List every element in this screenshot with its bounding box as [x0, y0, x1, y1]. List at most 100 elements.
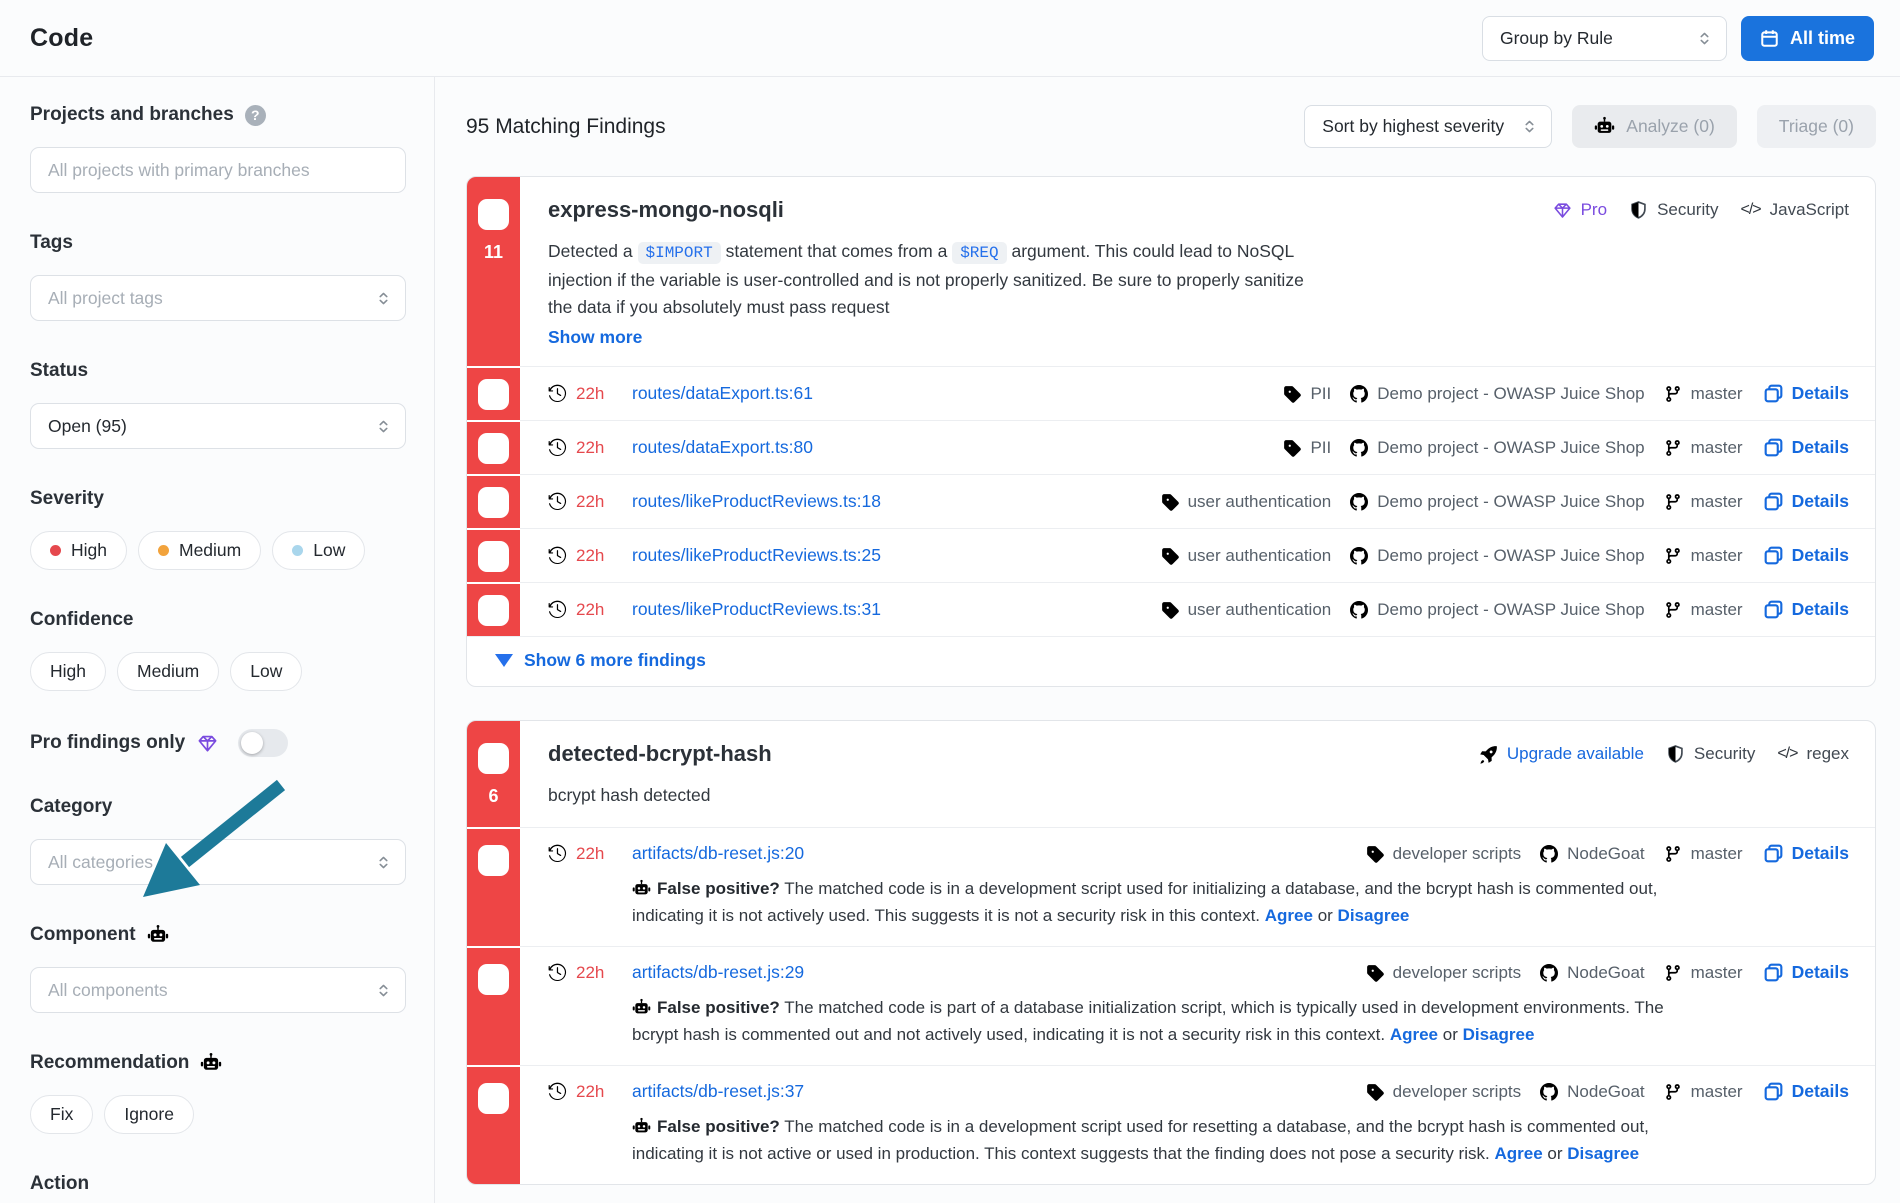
- row-checkbox[interactable]: [478, 595, 509, 626]
- filter-confidence: Confidence High Medium Low: [30, 608, 406, 691]
- finding-row: 22h routes/likeProductReviews.ts:31 user…: [467, 582, 1875, 636]
- details-link[interactable]: Details: [1764, 599, 1849, 620]
- details-link[interactable]: Details: [1764, 437, 1849, 458]
- agree-link[interactable]: Agree: [1265, 906, 1313, 925]
- branch-label: master: [1664, 384, 1743, 404]
- finding-file-link[interactable]: routes/likeProductReviews.ts:31: [632, 599, 881, 620]
- branch-label: master: [1664, 1082, 1743, 1102]
- finding-age: 22h: [548, 384, 632, 404]
- rule-description: Detected a $IMPORT statement that comes …: [548, 238, 1318, 321]
- category-select[interactable]: All categories: [30, 839, 406, 885]
- row-checkbox[interactable]: [478, 1083, 509, 1114]
- projects-input[interactable]: All projects with primary branches: [30, 147, 406, 193]
- pro-only-toggle[interactable]: [238, 729, 288, 757]
- tag-icon: [1366, 845, 1384, 863]
- agree-link[interactable]: Agree: [1494, 1144, 1542, 1163]
- analyze-button[interactable]: Analyze (0): [1572, 105, 1737, 148]
- sort-select[interactable]: Sort by highest severity: [1304, 105, 1552, 148]
- confidence-pill-high[interactable]: High: [30, 652, 106, 691]
- findings-count: 95 Matching Findings: [466, 115, 1304, 139]
- rule-name: express-mongo-nosqli: [548, 197, 1553, 223]
- pro-badge[interactable]: Pro: [1553, 200, 1607, 220]
- details-link[interactable]: Details: [1764, 545, 1849, 566]
- disagree-link[interactable]: Disagree: [1463, 1025, 1535, 1044]
- projects-placeholder: All projects with primary branches: [48, 160, 310, 181]
- row-checkbox[interactable]: [478, 487, 509, 518]
- show-more-findings-link[interactable]: Show 6 more findings: [467, 636, 1875, 686]
- finding-file-link[interactable]: artifacts/db-reset.js:20: [632, 843, 804, 864]
- project-label: NodeGoat: [1540, 844, 1645, 864]
- filter-severity: Severity High Medium Low: [30, 487, 406, 570]
- row-checkbox[interactable]: [478, 379, 509, 410]
- details-link[interactable]: Details: [1764, 383, 1849, 404]
- finding-file-link[interactable]: routes/dataExport.ts:61: [632, 383, 813, 404]
- details-link[interactable]: Details: [1764, 843, 1849, 864]
- filter-projects: Projects and branches ? All projects wit…: [30, 103, 406, 193]
- group-checkbox[interactable]: [478, 199, 509, 230]
- recommendation-pill-fix[interactable]: Fix: [30, 1095, 93, 1134]
- status-select[interactable]: Open (95): [30, 403, 406, 449]
- details-link[interactable]: Details: [1764, 1081, 1849, 1102]
- severity-bar: [467, 946, 520, 1065]
- component-select[interactable]: All components: [30, 967, 406, 1013]
- group-checkbox[interactable]: [478, 743, 509, 774]
- github-icon: [1540, 1083, 1558, 1101]
- severity-bar: [467, 420, 520, 474]
- project-label: NodeGoat: [1540, 1082, 1645, 1102]
- confidence-pill-medium[interactable]: Medium: [117, 652, 219, 691]
- branch-label: master: [1664, 844, 1743, 864]
- tags-select[interactable]: All project tags: [30, 275, 406, 321]
- chevron-updown-icon: [376, 983, 391, 998]
- confidence-pill-low[interactable]: Low: [230, 652, 302, 691]
- severity-pill-low[interactable]: Low: [272, 531, 365, 570]
- time-range-button[interactable]: All time: [1741, 16, 1874, 61]
- finding-age: 22h: [548, 600, 632, 620]
- git-branch-icon: [1664, 493, 1682, 511]
- recommendation-pill-ignore[interactable]: Ignore: [104, 1095, 194, 1134]
- disagree-link[interactable]: Disagree: [1338, 906, 1410, 925]
- window-icon: [1764, 963, 1783, 982]
- finding-row: 22h routes/dataExport.ts:80 PII Demo pro…: [467, 420, 1875, 474]
- show-more-link[interactable]: Show more: [548, 327, 642, 348]
- finding-file-link[interactable]: routes/likeProductReviews.ts:18: [632, 491, 881, 512]
- filter-status: Status Open (95): [30, 359, 406, 449]
- category-placeholder: All categories: [48, 852, 153, 873]
- finding-row: 22h routes/likeProductReviews.ts:18 user…: [467, 474, 1875, 528]
- tag-label: PII: [1283, 384, 1331, 404]
- category-badge: Security: [1666, 744, 1755, 764]
- disagree-link[interactable]: Disagree: [1567, 1144, 1639, 1163]
- upgrade-available-link[interactable]: Upgrade available: [1479, 744, 1644, 764]
- shield-icon: [1666, 745, 1685, 764]
- row-checkbox[interactable]: [478, 845, 509, 876]
- recommendation-label: Recommendation: [30, 1051, 189, 1075]
- robot-icon: [632, 998, 651, 1017]
- git-branch-icon: [1664, 964, 1682, 982]
- history-icon: [548, 844, 567, 863]
- github-icon: [1350, 601, 1368, 619]
- severity-pill-medium[interactable]: Medium: [138, 531, 261, 570]
- details-link[interactable]: Details: [1764, 491, 1849, 512]
- severity-label: Severity: [30, 487, 104, 511]
- help-icon[interactable]: ?: [245, 105, 266, 126]
- finding-file-link[interactable]: routes/dataExport.ts:80: [632, 437, 813, 458]
- finding-file-link[interactable]: routes/likeProductReviews.ts:25: [632, 545, 881, 566]
- row-checkbox[interactable]: [478, 433, 509, 464]
- finding-file-link[interactable]: artifacts/db-reset.js:29: [632, 962, 804, 983]
- history-icon: [548, 384, 567, 403]
- details-link[interactable]: Details: [1764, 962, 1849, 983]
- agree-link[interactable]: Agree: [1390, 1025, 1438, 1044]
- tag-label: user authentication: [1161, 546, 1332, 566]
- action-label: Action: [30, 1172, 89, 1196]
- severity-dot-medium: [158, 545, 169, 556]
- triage-button[interactable]: Triage (0): [1757, 105, 1876, 148]
- branch-label: master: [1664, 963, 1743, 983]
- row-checkbox[interactable]: [478, 964, 509, 995]
- severity-bar: [467, 474, 520, 528]
- row-checkbox[interactable]: [478, 541, 509, 572]
- finding-count-badge: 11: [484, 242, 503, 263]
- severity-bar: [467, 1065, 520, 1184]
- finding-file-link[interactable]: artifacts/db-reset.js:37: [632, 1081, 804, 1102]
- severity-pill-high[interactable]: High: [30, 531, 127, 570]
- group-by-select[interactable]: Group by Rule: [1482, 16, 1727, 61]
- chevron-updown-icon: [1697, 31, 1712, 46]
